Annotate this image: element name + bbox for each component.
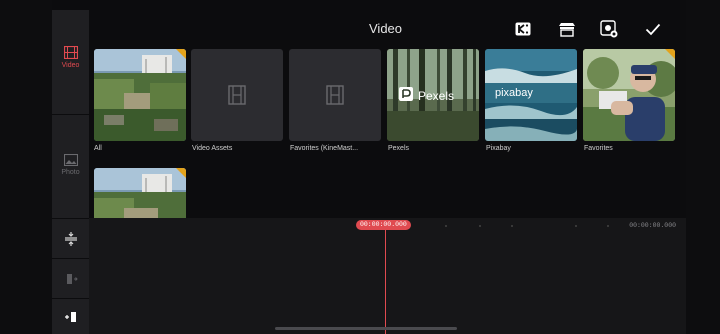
timeline-tick — [511, 225, 513, 227]
trim-left-icon — [66, 274, 78, 284]
kinemaster-store-button[interactable] — [513, 19, 533, 39]
playhead[interactable] — [385, 230, 386, 334]
tab-photo-label: Photo — [61, 169, 80, 176]
photo-icon — [63, 154, 78, 166]
sidebar-divider — [52, 258, 89, 259]
landscape-thumbnail — [94, 168, 186, 218]
folder-favorites-caption: Favorites — [584, 145, 613, 152]
pexels-overlay-text: Pexels — [418, 89, 455, 103]
folder-video-assets-caption: Video Assets — [192, 145, 233, 152]
folder-pixabay[interactable]: pixabay — [485, 49, 577, 141]
folder-all[interactable] — [94, 49, 186, 141]
right-edge — [686, 0, 720, 334]
folder-pixabay-caption: Pixabay — [486, 145, 511, 152]
add-right-icon — [64, 312, 76, 322]
media-folder-grid: All Video Assets Favorites (KineMast... — [89, 48, 686, 218]
timeline-tick — [479, 225, 481, 227]
left-edge — [0, 0, 52, 334]
end-time-label: 00:00:00.000 — [629, 222, 676, 229]
folder-all-caption: All — [94, 145, 102, 152]
timeline-scrollbar[interactable] — [275, 327, 457, 330]
sidebar-divider — [52, 218, 89, 219]
tab-photo[interactable]: Photo — [52, 154, 89, 176]
video-film-icon — [63, 46, 78, 59]
timeline-tick — [607, 225, 609, 227]
checkmark-icon — [645, 23, 661, 35]
current-time-badge: 00:00:00.000 — [356, 220, 411, 230]
asset-store-icon — [559, 22, 575, 37]
film-strip-icon — [228, 85, 246, 105]
landscape-thumbnail — [94, 49, 186, 141]
folder-pexels[interactable]: Pexels — [387, 49, 479, 141]
folder-favorites[interactable] — [583, 49, 675, 141]
timeline-tick — [445, 225, 447, 227]
folder-favorites-kinemaster-caption: Favorites (KineMast... — [290, 145, 359, 152]
add-tool-button[interactable] — [52, 298, 89, 334]
timeline-tick — [575, 225, 577, 227]
camera-capture-button[interactable] — [599, 19, 619, 39]
kinemaster-store-icon — [515, 22, 531, 36]
page-title: Video — [369, 21, 403, 36]
header-bar: Video — [89, 10, 686, 48]
split-vertical-icon — [64, 232, 77, 246]
folder-pexels-caption: Pexels — [388, 145, 410, 152]
sidebar-divider — [52, 114, 89, 115]
media-type-sidebar: Video Photo — [52, 10, 89, 334]
trim-tool-button[interactable] — [52, 260, 89, 298]
confirm-button[interactable] — [643, 19, 663, 39]
split-tool-button[interactable] — [52, 220, 89, 258]
timeline-panel[interactable]: 00:00:00.000 00:00:00.000 — [89, 218, 686, 334]
person-thumbnail — [583, 49, 675, 141]
folder-video-assets[interactable] — [191, 49, 283, 141]
camera-capture-icon — [600, 20, 618, 38]
film-strip-icon — [326, 85, 344, 105]
tab-video-label: Video — [61, 62, 80, 69]
pixabay-overlay-text: pixabay — [495, 87, 533, 99]
folder-favorites-kinemaster[interactable] — [289, 49, 381, 141]
media-item[interactable] — [94, 168, 186, 218]
tab-video[interactable]: Video — [52, 46, 89, 69]
asset-store-button[interactable] — [557, 19, 577, 39]
